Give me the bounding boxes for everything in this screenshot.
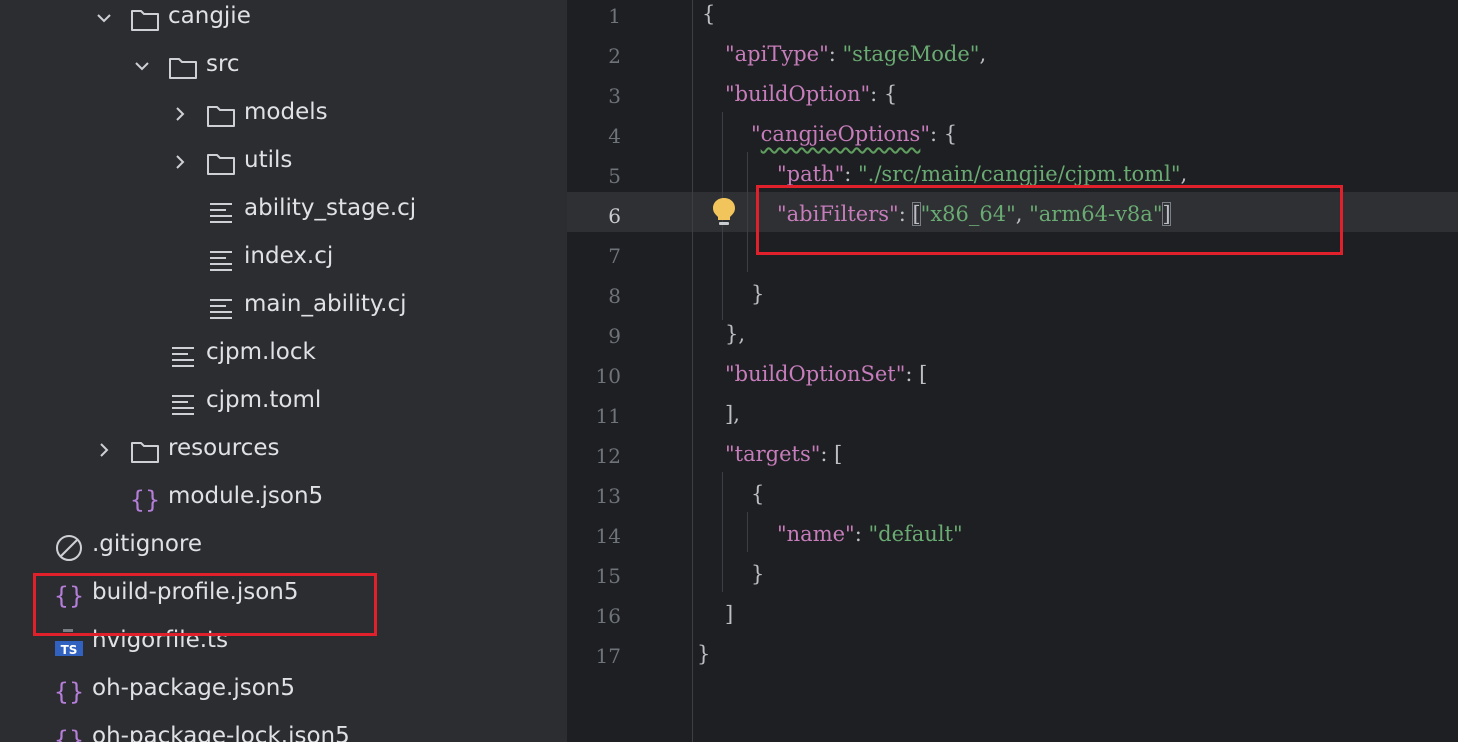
line-number: 7 <box>608 244 621 268</box>
tree-item-label: cjpm.toml <box>206 387 322 413</box>
tree-item-index-cj[interactable]: index.cj <box>0 236 567 284</box>
highlight-box-abi-filters <box>756 185 1343 255</box>
tree-item-main-ability-cj[interactable]: main_ability.cj <box>0 284 567 332</box>
tree-item-cjpm-toml[interactable]: cjpm.toml <box>0 380 567 428</box>
text-file-icon <box>206 198 236 226</box>
svg-text:{}: {} <box>54 678 84 706</box>
tree-item-label: .gitignore <box>92 531 203 557</box>
line-number: 12 <box>595 444 621 468</box>
tree-item-cangjie[interactable]: cangjie <box>0 0 567 44</box>
tree-item-src[interactable]: src <box>0 44 567 92</box>
code-line-12[interactable]: "targets": [ <box>725 434 842 474</box>
tree-item-label: cangjie <box>168 3 251 29</box>
text-file-icon <box>206 246 236 274</box>
chevron-right-icon[interactable] <box>94 440 114 460</box>
code-line-10[interactable]: "buildOptionSet": [ <box>725 354 927 394</box>
tree-item-label: ability_stage.cj <box>244 195 417 221</box>
tree-item-label: oh-package.json5 <box>92 675 296 701</box>
code-line-15[interactable]: } <box>751 554 764 594</box>
folder-icon <box>130 6 160 34</box>
chevron-right-icon[interactable] <box>170 104 190 124</box>
code-line-11[interactable]: ], <box>725 394 740 434</box>
svg-text:{}: {} <box>54 726 84 742</box>
code-line-16[interactable]: ] <box>725 594 733 634</box>
tree-item-utils[interactable]: utils <box>0 140 567 188</box>
line-number: 15 <box>595 564 621 588</box>
ignore-file-icon <box>54 534 84 562</box>
indent-guide <box>747 512 748 552</box>
svg-text:{}: {} <box>130 486 160 514</box>
code-line-13[interactable]: { <box>751 474 764 514</box>
json-file-icon: {} <box>130 486 160 514</box>
tree-item-label: index.cj <box>244 243 334 269</box>
folder-icon <box>130 438 160 466</box>
highlight-box-build-profile <box>33 573 377 636</box>
line-number-current: 6 <box>608 204 621 228</box>
line-number: 14 <box>595 524 621 548</box>
line-number: 16 <box>595 604 621 628</box>
line-number: 4 <box>608 124 621 148</box>
tree-item-oh-package-json5[interactable]: {} oh-package.json5 <box>0 668 567 716</box>
folder-icon <box>206 102 236 130</box>
tree-item-label: resources <box>168 435 280 461</box>
indent-guide <box>692 0 693 742</box>
json-file-icon: {} <box>54 678 84 706</box>
code-line-17[interactable]: } <box>697 634 710 674</box>
code-line-1[interactable]: { <box>702 0 715 34</box>
lightbulb-icon[interactable] <box>711 196 737 228</box>
project-tree-panel: cangjie src models utils ability_stage.c… <box>0 0 567 742</box>
line-number: 3 <box>608 84 621 108</box>
line-number: 5 <box>608 164 621 188</box>
text-file-icon <box>206 294 236 322</box>
chevron-down-icon[interactable] <box>94 8 114 28</box>
code-line-9[interactable]: }, <box>725 314 745 354</box>
folder-icon <box>168 54 198 82</box>
line-number: 8 <box>608 284 621 308</box>
tree-item-label: module.json5 <box>168 483 324 509</box>
tree-item-label: cjpm.lock <box>206 339 316 365</box>
line-number: 13 <box>595 484 621 508</box>
code-line-14[interactable]: "name": "default" <box>777 514 963 554</box>
code-line-2[interactable]: "apiType": "stageMode", <box>725 34 986 74</box>
misspelled-word: cangjieOptions <box>760 122 921 146</box>
line-number: 10 <box>595 364 621 388</box>
line-number: 2 <box>608 44 621 68</box>
code-line-8[interactable]: } <box>751 274 764 314</box>
code-editor[interactable]: 1 2 3 4 5 6 7 8 9 10 11 12 13 14 15 16 1… <box>567 0 1458 742</box>
tree-item-label: oh-package-lock.json5 <box>92 723 350 742</box>
tree-item-oh-package-lock-json5[interactable]: {} oh-package-lock.json5 <box>0 716 567 742</box>
tree-item-ability-stage-cj[interactable]: ability_stage.cj <box>0 188 567 236</box>
line-number: 1 <box>608 4 621 28</box>
chevron-right-icon[interactable] <box>170 152 190 172</box>
text-file-icon <box>168 390 198 418</box>
text-file-icon <box>168 342 198 370</box>
tree-item-label: main_ability.cj <box>244 291 407 317</box>
tree-item-label: models <box>244 99 328 125</box>
ts-badge-text: TS <box>61 643 78 657</box>
folder-icon <box>206 150 236 178</box>
tree-item-label: src <box>206 51 240 77</box>
json-file-icon: {} <box>54 726 84 742</box>
chevron-down-icon[interactable] <box>132 56 152 76</box>
line-number: 9 <box>608 324 621 348</box>
indent-guide <box>747 152 748 272</box>
tree-item-cjpm-lock[interactable]: cjpm.lock <box>0 332 567 380</box>
indent-guide <box>722 472 723 592</box>
line-number: 17 <box>595 644 621 668</box>
code-line-3[interactable]: "buildOption": { <box>725 74 897 114</box>
tree-item-label: utils <box>244 147 293 173</box>
tree-item-models[interactable]: models <box>0 92 567 140</box>
code-line-4[interactable]: "cangjieOptions": { <box>751 114 957 154</box>
tree-item-gitignore[interactable]: .gitignore <box>0 524 567 572</box>
line-number: 11 <box>595 404 621 428</box>
tree-item-module-json5[interactable]: {} module.json5 <box>0 476 567 524</box>
tree-item-resources[interactable]: resources <box>0 428 567 476</box>
